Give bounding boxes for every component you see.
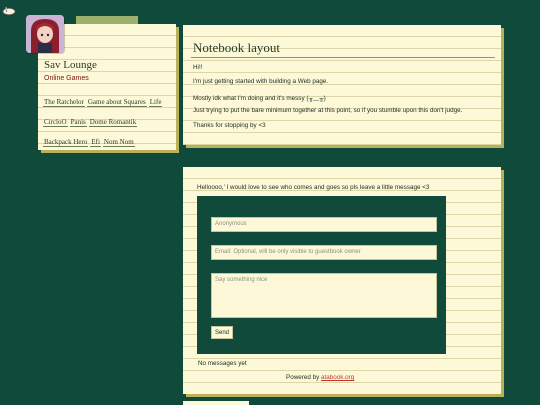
guestbook-greeting: Helloooo,' I would love to see who comes…: [197, 184, 430, 191]
powered-by-label: Powered by: [286, 374, 320, 381]
paragraph: Just trying to put the bare minimum toge…: [193, 107, 463, 114]
site-title: Sav Lounge: [44, 59, 97, 71]
no-messages-text: No messages yet: [198, 360, 247, 367]
link-efi[interactable]: Efi: [90, 138, 101, 147]
cat-icon: [2, 5, 16, 15]
paragraph: I'm just getting started with building a…: [193, 78, 329, 85]
paragraph: Mostly idk what I'm doing and it's messy…: [193, 95, 326, 102]
page-title: Notebook layout: [193, 40, 281, 55]
card-edge: [183, 401, 249, 405]
name-input[interactable]: Anonymous: [211, 217, 437, 232]
powered-by: Powered by atabook.org: [286, 374, 354, 381]
link-nom-nom[interactable]: Nom Nom: [102, 138, 135, 147]
section-label: Online Games: [44, 75, 89, 82]
paragraph: Thanks for stopping by <3: [193, 122, 266, 129]
link-life[interactable]: Life: [148, 98, 163, 107]
link-circloo[interactable]: CircloO: [43, 118, 68, 127]
link-backpack-hero[interactable]: Backpack Hero: [43, 138, 89, 147]
link-dome-romantik[interactable]: Dome Romantik: [88, 118, 138, 127]
message-textarea[interactable]: Say something nice: [211, 273, 437, 318]
link-game-about-squares[interactable]: Game about Squares: [86, 98, 147, 107]
paragraph: Hi!!: [193, 64, 203, 71]
game-links: The Ratchelor Game about Squares Life Circl…: [43, 91, 173, 151]
link-the-ratchelor[interactable]: The Ratchelor: [43, 98, 85, 107]
send-button[interactable]: Send: [211, 326, 233, 339]
title-divider: [191, 57, 495, 58]
avatar: [26, 15, 64, 53]
atabook-link[interactable]: atabook.org: [321, 374, 354, 381]
email-input[interactable]: Email: Optional, will be only visible to…: [211, 245, 437, 260]
link-panis[interactable]: Panis: [69, 118, 87, 127]
